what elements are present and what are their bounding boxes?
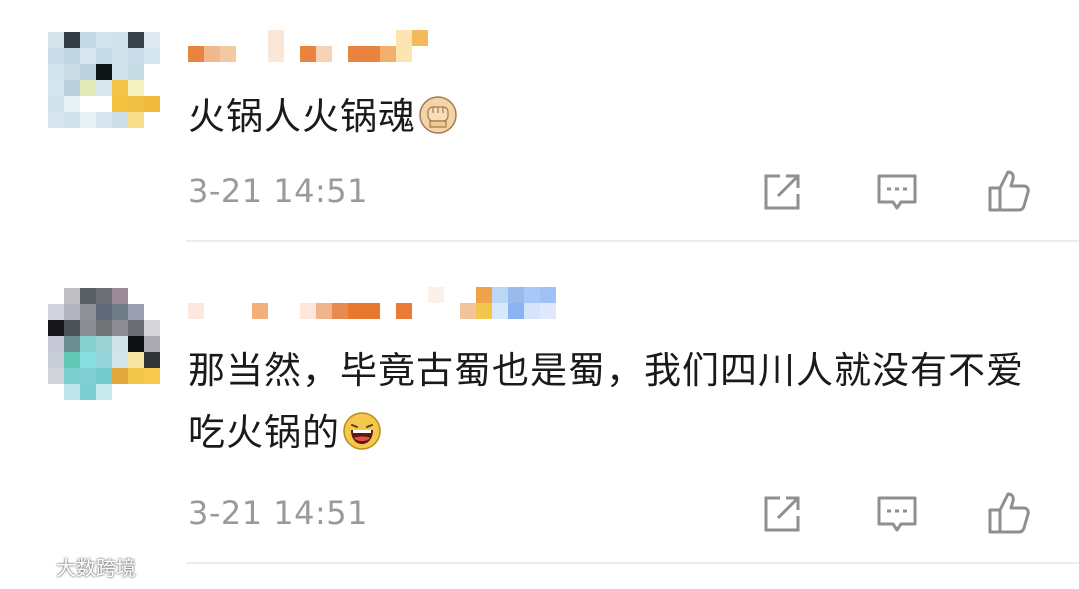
watermark: 大数跨境 (8, 552, 136, 581)
comment-icon[interactable] (873, 490, 921, 538)
comment-body: 火锅人火锅魂 (188, 95, 416, 138)
share-icon[interactable] (758, 490, 806, 538)
username[interactable] (188, 30, 428, 64)
timestamp: 3-21 14:51 (188, 494, 369, 532)
comment-body: 那当然，毕竟古蜀也是蜀，我们四川人就没有不爱吃火锅的 (188, 349, 1024, 454)
like-icon[interactable] (986, 166, 1034, 214)
avatar[interactable] (48, 288, 160, 400)
share-icon[interactable] (758, 168, 806, 216)
comment-text: 火锅人火锅魂 (188, 86, 1058, 148)
divider (186, 562, 1079, 564)
watermark-logo-icon (10, 556, 51, 577)
fist-emoji (419, 96, 457, 134)
divider (186, 240, 1079, 242)
avatar[interactable] (48, 32, 160, 144)
watermark-text: 大数跨境 (56, 556, 136, 580)
comment-icon[interactable] (873, 168, 921, 216)
like-icon[interactable] (986, 488, 1034, 536)
laughing-emoji (343, 412, 381, 450)
comment-text: 那当然，毕竟古蜀也是蜀，我们四川人就没有不爱吃火锅的 (188, 340, 1058, 464)
username[interactable] (188, 287, 556, 321)
timestamp: 3-21 14:51 (188, 172, 369, 210)
